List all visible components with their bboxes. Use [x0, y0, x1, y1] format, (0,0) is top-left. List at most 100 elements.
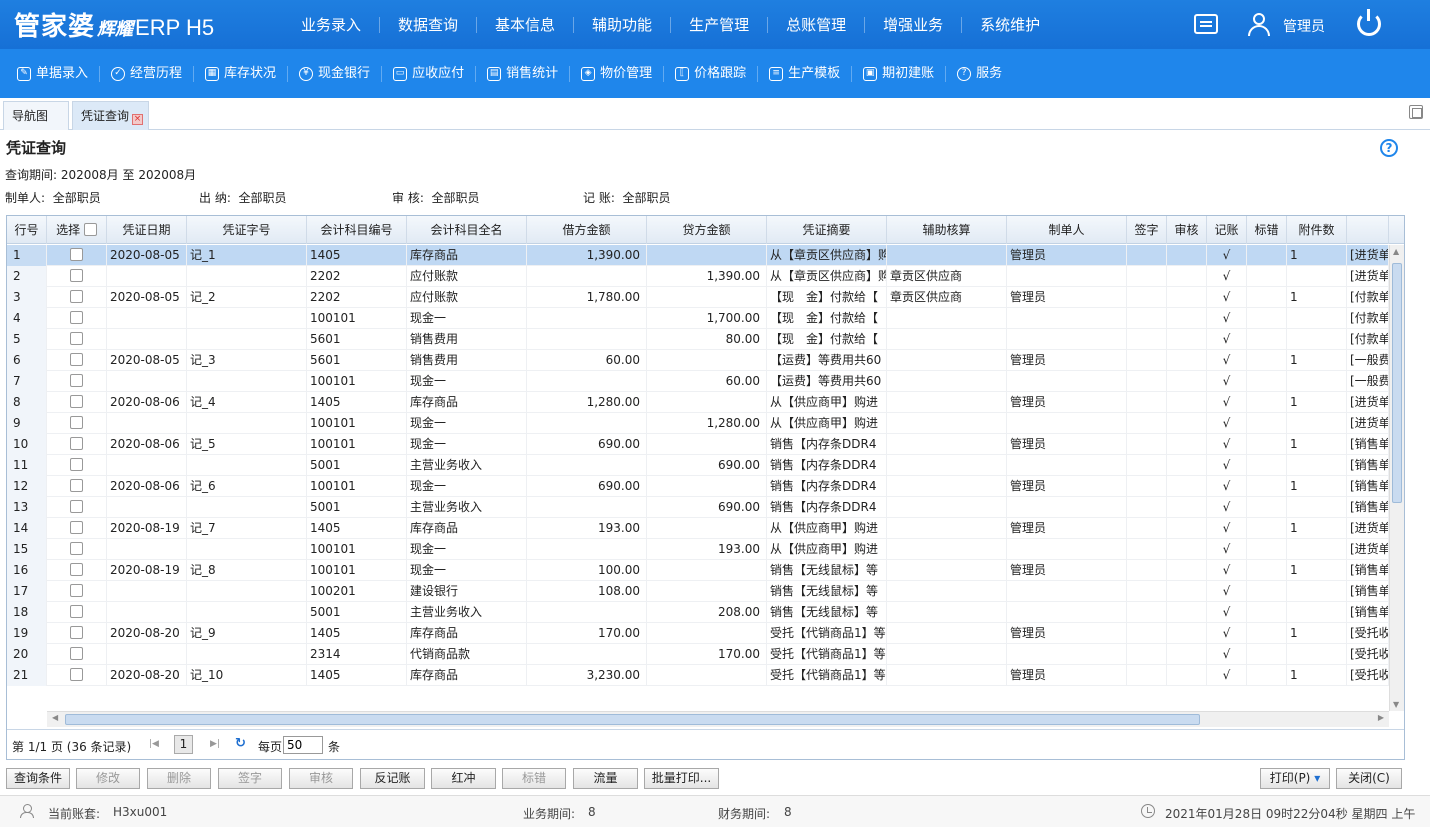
toolbar-item-10[interactable]: ? 服务 [946, 66, 1013, 82]
column-header[interactable]: 选择 [47, 216, 107, 244]
toolbar-item-3[interactable]: ¥ 现金银行 [288, 65, 383, 82]
table-row[interactable]: 17 100201 建设银行 108.00 销售【无线鼠标】等 √ [销售单 [7, 581, 1389, 602]
table-row[interactable]: 19 2020-08-20 记_9 1405 库存商品 170.00 受托【代销商品1】等 管… [7, 623, 1389, 644]
button-3[interactable]: 签字 [218, 768, 282, 789]
horizontal-scrollbar[interactable]: ◀ ▶ [47, 711, 1389, 727]
row-checkbox[interactable] [70, 542, 83, 555]
button-1[interactable]: 修改 [76, 768, 140, 789]
table-row[interactable]: 12 2020-08-06 记_6 100101 现金一 690.00 销售【内存条DDR4… [7, 476, 1389, 497]
table-row[interactable]: 5 5601 销售费用 80.00 【现 金】付款给【 √ [付款单 [7, 329, 1389, 350]
toolbar-item-9[interactable]: ▣ 期初建账 [852, 65, 947, 82]
button-11[interactable]: 关闭(C) [1336, 768, 1402, 789]
nav-item-3[interactable]: 辅助功能 [574, 16, 672, 33]
column-header[interactable]: 行号 [7, 216, 47, 244]
row-checkbox[interactable] [70, 437, 83, 450]
restore-window-icon[interactable] [1409, 105, 1423, 119]
button-8[interactable]: 流量 [573, 768, 638, 789]
button-9[interactable]: 批量打印... [644, 768, 719, 789]
next-page-icon[interactable]: ▶| [210, 739, 220, 749]
row-checkbox[interactable] [70, 290, 83, 303]
row-checkbox[interactable] [70, 374, 83, 387]
table-row[interactable]: 2 2202 应付账款 1,390.00 从【章贡区供应商】购 章贡区供应商 √ [进货单 [7, 266, 1389, 287]
toolbar-item-1[interactable]: ✓ 经营历程 [100, 65, 195, 82]
table-row[interactable]: 3 2020-08-05 记_2 2202 应付账款 1,780.00 【现 金】付款给【章… [7, 287, 1389, 308]
first-page-icon[interactable]: |◀ [149, 739, 159, 749]
table-row[interactable]: 16 2020-08-19 记_8 100101 现金一 100.00 销售【无线鼠标】等 管… [7, 560, 1389, 581]
row-checkbox[interactable] [70, 248, 83, 261]
toolbar-item-7[interactable]: ⟦ 价格跟踪 [664, 65, 759, 82]
column-header[interactable]: 会计科目全名 [407, 216, 527, 244]
button-10[interactable]: 打印(P) ▾ [1260, 768, 1330, 789]
column-header[interactable]: 借方金额 [527, 216, 647, 244]
close-icon[interactable]: × [132, 114, 144, 125]
row-checkbox[interactable] [70, 332, 83, 345]
column-header[interactable]: 辅助核算 [887, 216, 1007, 244]
toolbar-item-2[interactable]: ▦ 库存状况 [194, 65, 289, 82]
row-checkbox[interactable] [70, 563, 83, 576]
table-row[interactable]: 10 2020-08-06 记_5 100101 现金一 690.00 销售【内存条DDR4… [7, 434, 1389, 455]
select-all-checkbox[interactable] [83, 223, 97, 236]
column-header[interactable]: 记账 [1207, 216, 1247, 244]
nav-item-0[interactable]: 业务录入 [283, 16, 381, 33]
message-icon[interactable] [1194, 14, 1218, 34]
column-header[interactable]: 签字 [1127, 216, 1167, 244]
table-row[interactable]: 20 2314 代销商品款 170.00 受托【代销商品1】等 √ [受托收 [7, 644, 1389, 665]
per-page-input[interactable] [283, 736, 323, 754]
nav-item-6[interactable]: 增强业务 [865, 16, 963, 33]
column-header[interactable]: 审核 [1167, 216, 1207, 244]
table-row[interactable]: 8 2020-08-06 记_4 1405 库存商品 1,280.00 从【供应商甲】购进 管… [7, 392, 1389, 413]
row-checkbox[interactable] [70, 269, 83, 282]
user-icon[interactable] [1247, 13, 1271, 37]
table-row[interactable]: 7 100101 现金一 60.00 【运费】等费用共60 √ [一般费 [7, 371, 1389, 392]
button-7[interactable]: 标错 [502, 768, 566, 789]
table-row[interactable]: 21 2020-08-20 记_10 1405 库存商品 3,230.00 受托【代销商品1… [7, 665, 1389, 686]
row-checkbox[interactable] [70, 311, 83, 324]
column-header[interactable]: 贷方金额 [647, 216, 767, 244]
column-header[interactable]: 标错 [1247, 216, 1287, 244]
page-number-button[interactable]: 1 [174, 735, 193, 754]
nav-item-5[interactable]: 总账管理 [768, 16, 866, 33]
nav-item-4[interactable]: 生产管理 [671, 16, 769, 33]
row-checkbox[interactable] [70, 668, 83, 681]
table-row[interactable]: 14 2020-08-19 记_7 1405 库存商品 193.00 从【供应商甲】购进 管理… [7, 518, 1389, 539]
dropdown-arrow-icon[interactable]: ▾ [1310, 771, 1320, 785]
column-header[interactable]: 制单人 [1007, 216, 1127, 244]
column-header[interactable]: 凭证摘要 [767, 216, 887, 244]
button-0[interactable]: 查询条件 [6, 768, 70, 789]
refresh-icon[interactable]: ↻ [235, 736, 246, 751]
tab-voucher-query[interactable]: 凭证查询 × [72, 101, 149, 130]
row-checkbox[interactable] [70, 605, 83, 618]
table-row[interactable]: 4 100101 现金一 1,700.00 【现 金】付款给【 √ [付款单 [7, 308, 1389, 329]
nav-item-2[interactable]: 基本信息 [477, 16, 575, 33]
table-row[interactable]: 6 2020-08-05 记_3 5601 销售费用 60.00 【运费】等费用共60 管理员… [7, 350, 1389, 371]
nav-item-7[interactable]: 系统维护 [962, 17, 1058, 33]
button-4[interactable]: 审核 [289, 768, 353, 789]
row-checkbox[interactable] [70, 395, 83, 408]
row-checkbox[interactable] [70, 479, 83, 492]
row-checkbox[interactable] [70, 500, 83, 513]
row-checkbox[interactable] [70, 584, 83, 597]
button-2[interactable]: 删除 [147, 768, 211, 789]
button-5[interactable]: 反记账 [360, 768, 425, 789]
row-checkbox[interactable] [70, 647, 83, 660]
table-row[interactable]: 18 5001 主营业务收入 208.00 销售【无线鼠标】等 √ [销售单 [7, 602, 1389, 623]
toolbar-item-8[interactable]: ≡ 生产模板 [758, 65, 853, 82]
help-icon[interactable]: ? [1380, 139, 1398, 157]
row-checkbox[interactable] [70, 353, 83, 366]
power-icon[interactable] [1357, 9, 1381, 36]
nav-item-1[interactable]: 数据查询 [380, 16, 478, 33]
column-header[interactable]: 凭证字号 [187, 216, 307, 244]
table-row[interactable]: 15 100101 现金一 193.00 从【供应商甲】购进 √ [进货单 [7, 539, 1389, 560]
toolbar-item-4[interactable]: ▭ 应收应付 [382, 65, 477, 82]
toolbar-item-6[interactable]: ◈ 物价管理 [570, 65, 665, 82]
row-checkbox[interactable] [70, 416, 83, 429]
column-header[interactable]: 会计科目编号 [307, 216, 407, 244]
table-row[interactable]: 11 5001 主营业务收入 690.00 销售【内存条DDR4 √ [销售单 [7, 455, 1389, 476]
column-header[interactable]: 凭证日期 [107, 216, 187, 244]
vertical-scrollbar[interactable]: ▲ ▼ [1389, 245, 1404, 711]
toolbar-item-0[interactable]: ✎ 单据录入 [6, 65, 101, 82]
row-checkbox[interactable] [70, 458, 83, 471]
table-row[interactable]: 1 2020-08-05 记_1 1405 库存商品 1,390.00 从【章贡区供应商】购… [7, 245, 1389, 266]
user-name[interactable]: 管理员 [1283, 16, 1325, 36]
column-header[interactable] [1347, 216, 1389, 244]
